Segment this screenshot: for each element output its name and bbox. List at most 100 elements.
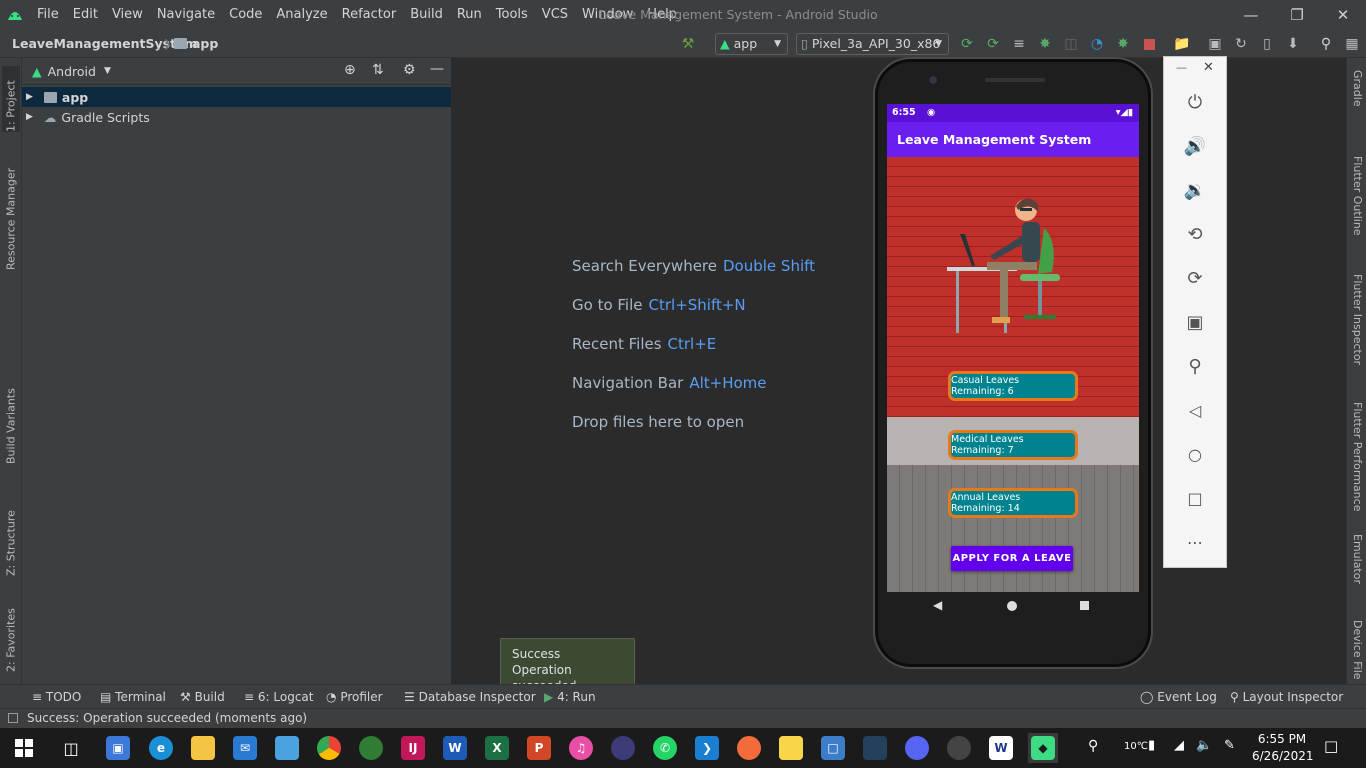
menu-vcs[interactable]: VCS [535,0,575,30]
tab-run[interactable]: ▶ 4: Run [544,685,596,709]
menu-view[interactable]: View [105,0,150,30]
spider-app-icon[interactable] [356,733,386,763]
intellij-icon[interactable]: IJ [398,733,428,763]
battery-icon[interactable]: ▮ [1148,738,1155,753]
tab-event-log[interactable]: ◯ Event Log [1140,685,1217,709]
menu-refactor[interactable]: Refactor [335,0,404,30]
excel-icon[interactable]: X [482,733,512,763]
menu-code[interactable]: Code [222,0,269,30]
close-emulator-icon[interactable]: ✕ [1203,60,1214,75]
task-view-icon[interactable]: ◫ [56,733,86,763]
chrome-icon[interactable] [314,733,344,763]
overview-icon[interactable]: □ [1164,483,1226,513]
volume-down-icon[interactable]: 🔉 [1164,175,1226,205]
gear-icon[interactable]: ⚙ [403,62,416,78]
open-folder-icon[interactable]: 📁 [1172,34,1192,54]
store-icon[interactable]: ▣ [103,733,133,763]
run-config-dropdown[interactable]: ▲ app ▼ [715,33,788,55]
tab-gradle[interactable]: Gradle [1350,70,1364,107]
tab-structure[interactable]: Z: Structure [2,500,20,576]
mail-icon[interactable]: ✉ [230,733,260,763]
tab-favorites[interactable]: 2: Favorites [2,598,20,672]
avd-manager-icon[interactable]: ▯ [1257,34,1277,54]
rotate-left-icon[interactable]: ⟲ [1164,219,1226,249]
file-explorer-icon[interactable] [188,733,218,763]
eclipse-icon[interactable] [608,733,638,763]
menu-navigate[interactable]: Navigate [150,0,222,30]
home-nav-icon[interactable] [1007,601,1017,611]
profile-icon[interactable]: ◔ [1087,34,1107,54]
stop-icon[interactable] [1139,34,1159,54]
expand-arrow-icon[interactable]: ▶ [26,92,33,102]
breadcrumb-module[interactable]: app [192,30,218,58]
minimize-button[interactable]: — [1228,0,1274,30]
edge-icon[interactable]: e [146,733,176,763]
taskbar-clock[interactable]: 6:55 PM 6/26/2021 [1252,731,1314,765]
tab-database-inspector[interactable]: ☰ Database Inspector [404,685,536,709]
menu-tools[interactable]: Tools [489,0,535,30]
menu-build[interactable]: Build [403,0,450,30]
more-options-icon[interactable]: ⋯ [1164,527,1226,557]
sync-gradle-icon[interactable]: ↻ [1231,34,1251,54]
expand-arrow-icon[interactable]: ▶ [26,112,33,122]
notes-icon[interactable] [776,733,806,763]
camera-screenshot-icon[interactable]: ▣ [1164,307,1226,337]
project-view-selector[interactable]: Android [48,64,96,79]
tab-logcat[interactable]: ≡ 6: Logcat [244,685,313,709]
success-notification-balloon[interactable]: Success Operation succeeded [500,638,635,693]
coverage-icon[interactable]: ◫ [1061,34,1081,54]
tab-layout-inspector[interactable]: ⚲ Layout Inspector [1230,685,1343,709]
apply-changes-restart-icon[interactable]: ⟳ [957,34,977,54]
tab-device-file[interactable]: Device File [1350,620,1364,680]
restore-button[interactable]: ❐ [1274,0,1320,30]
make-project-hammer-icon[interactable]: ⚒ [678,34,698,54]
run-tests-icon[interactable]: ≡ [1009,34,1029,54]
vscode-icon[interactable]: ❯ [692,733,722,763]
tab-flutter-inspector[interactable]: Flutter Inspector [1350,274,1364,365]
tree-item-app[interactable]: ▶ app [22,87,451,107]
powerpoint-icon[interactable]: P [524,733,554,763]
overflow-icon[interactable]: ▦ [1342,34,1362,54]
toggle-tool-windows-icon[interactable] [8,713,18,723]
phone-screen[interactable]: 6:55 ◉ ▾◢▮ Leave Management System Casua… [887,104,1139,592]
postman-icon[interactable] [734,733,764,763]
device-dropdown[interactable]: ▯ Pixel_3a_API_30_x86 ▼ [796,33,949,55]
volume-icon[interactable]: 🔈 [1196,738,1212,753]
whatsapp-icon[interactable]: ✆ [650,733,680,763]
rotate-right-icon[interactable]: ⟳ [1164,263,1226,293]
tab-flutter-outline[interactable]: Flutter Outline [1350,156,1364,236]
word-icon[interactable]: W [440,733,470,763]
debug-bug-icon[interactable]: ✸ [1035,34,1055,54]
tab-profiler[interactable]: ◔ Profiler [326,685,383,709]
android-studio-taskbar-icon[interactable]: ◆ [1028,733,1058,763]
hide-panel-icon[interactable]: — [430,61,444,77]
tab-build-variants[interactable]: Build Variants [2,388,20,464]
collapse-all-icon[interactable]: ⇅ [372,62,384,78]
tab-terminal[interactable]: ▤ Terminal [100,685,166,709]
wifi-icon[interactable]: ◢ [1174,738,1184,753]
back-icon[interactable]: ◁ [1164,395,1226,425]
tab-resource-manager[interactable]: Resource Manager [2,154,20,270]
home-icon[interactable]: ○ [1164,439,1226,469]
locate-icon[interactable]: ⊕ [344,62,356,78]
menu-edit[interactable]: Edit [66,0,105,30]
menu-run[interactable]: Run [450,0,489,30]
zoom-icon[interactable]: ⚲ [1164,351,1226,381]
writer-icon[interactable]: W [986,733,1016,763]
volume-up-icon[interactable]: 🔊 [1164,131,1226,161]
people-icon[interactable]: ⚲ [1088,738,1098,754]
recents-nav-icon[interactable] [1080,601,1089,610]
chevron-down-icon[interactable]: ▼ [104,66,111,76]
virtualbox-icon[interactable]: □ [818,733,848,763]
close-button[interactable]: ✕ [1320,0,1366,30]
tab-flutter-performance[interactable]: Flutter Performance [1350,402,1364,511]
search-icon[interactable]: ⚲ [1316,34,1336,54]
tab-emulator[interactable]: Emulator [1350,534,1364,584]
menu-analyze[interactable]: Analyze [269,0,334,30]
discord-icon[interactable] [902,733,932,763]
tab-project[interactable]: 1: Project [2,66,20,132]
tab-build[interactable]: ⚒ Build [180,685,225,709]
sdk-manager-icon[interactable]: ⬇ [1283,34,1303,54]
power-icon[interactable]: ⏻ [1164,87,1226,117]
itunes-icon[interactable]: ♫ [566,733,596,763]
